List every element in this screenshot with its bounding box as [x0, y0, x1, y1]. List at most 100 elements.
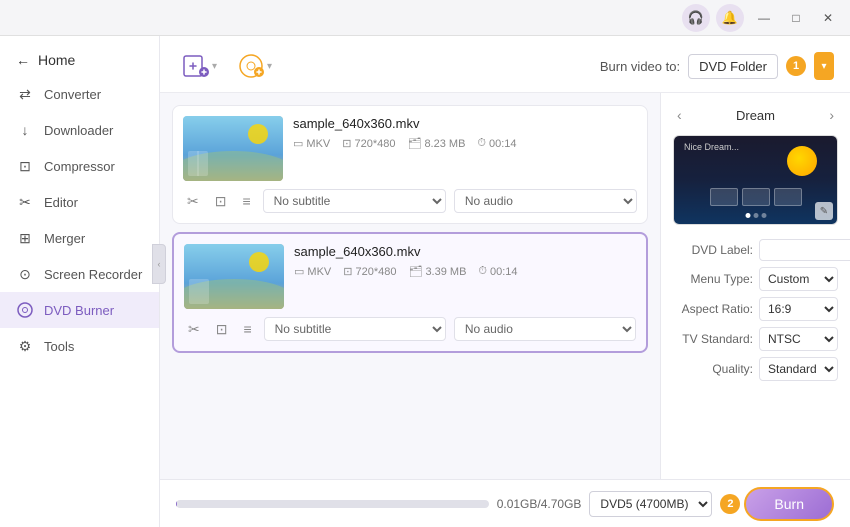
quality-select[interactable]: Standard High Low — [759, 357, 838, 381]
file-card-1-top: sample_640x360.mkv ▭ MKV ⊡ 720*480 — [183, 116, 637, 181]
files-list: sample_640x360.mkv ▭ MKV ⊡ 720*480 — [160, 93, 660, 479]
effects-button-2[interactable]: ≡ — [239, 319, 255, 339]
sidebar-collapse-button[interactable]: ‹ — [152, 244, 166, 284]
file-card-2: sample_640x360.mkv ▭ MKV ⊡ 720*480 — [172, 232, 648, 353]
burn-to-label: Burn video to: — [600, 59, 680, 74]
menu-type-select[interactable]: Custom None — [759, 267, 838, 291]
sidebar-home[interactable]: ← Home — [0, 44, 159, 76]
audio-select-2[interactable]: No audio — [454, 317, 636, 341]
sidebar-item-compressor[interactable]: ⊡ Compressor — [0, 148, 159, 184]
sidebar-item-editor[interactable]: ✂ Editor — [0, 184, 159, 220]
add-media-button[interactable]: ▾ — [231, 48, 278, 84]
dream-thumb-1 — [710, 188, 738, 206]
badge-1: 1 — [786, 56, 806, 76]
dream-moon — [787, 146, 817, 176]
clock-icon-1: ⏱ — [477, 137, 486, 150]
alert-icon: 🔔 — [716, 4, 744, 32]
sidebar-item-screen-recorder[interactable]: ⊙ Screen Recorder — [0, 256, 159, 292]
sidebar-item-converter[interactable]: ⇄ Converter — [0, 76, 159, 112]
burn-folder-dropdown[interactable]: ▾ — [814, 52, 834, 80]
audio-select-1[interactable]: No audio — [454, 189, 637, 213]
files-panel: sample_640x360.mkv ▭ MKV ⊡ 720*480 — [160, 93, 850, 479]
add-media-arrow: ▾ — [267, 61, 272, 72]
file-meta-2: ▭ MKV ⊡ 720*480 🗂 3.39 MB — [294, 265, 636, 278]
compressor-icon: ⊡ — [16, 157, 34, 175]
sidebar-label-merger: Merger — [44, 231, 85, 246]
dvd-folder-button[interactable]: DVD Folder — [688, 54, 778, 79]
sidebar-item-tools[interactable]: ⚙ Tools — [0, 328, 159, 364]
dvd-label-input[interactable] — [759, 239, 850, 261]
cut-button-1[interactable]: ✂ — [183, 191, 203, 212]
content-area: ▾ ▾ Burn video to: DVD Folder 1 ▾ — [160, 36, 850, 527]
file-info-2: sample_640x360.mkv ▭ MKV ⊡ 720*480 — [294, 244, 636, 278]
tv-standard-select[interactable]: NTSC PAL — [759, 327, 838, 351]
add-file-button[interactable]: ▾ — [176, 48, 223, 84]
sidebar-label-editor: Editor — [44, 195, 78, 210]
file-resolution-1: ⊡ 720*480 — [342, 137, 395, 150]
format-icon-2: ▭ — [294, 265, 304, 278]
burn-button[interactable]: Burn — [744, 487, 834, 521]
effects-button-1[interactable]: ≡ — [238, 191, 254, 211]
progress-bar — [176, 500, 489, 508]
crop-button-2[interactable]: ⊡ — [212, 319, 232, 340]
cut-button-2[interactable]: ✂ — [184, 319, 204, 340]
file-card-1: sample_640x360.mkv ▭ MKV ⊡ 720*480 — [172, 105, 648, 224]
edit-preview-button[interactable]: ✎ — [815, 202, 833, 220]
sidebar-home-label: Home — [38, 52, 75, 68]
theme-prev-button[interactable]: ‹ — [673, 105, 686, 125]
dot-3 — [761, 213, 766, 218]
file-duration-1: ⏱ 00:14 — [477, 137, 516, 150]
dvd-label-row: DVD Label: — [673, 239, 838, 261]
dvd-burner-icon — [16, 301, 34, 319]
file-format-1: ▭ MKV — [293, 137, 330, 150]
sidebar-item-dvd-burner[interactable]: DVD Burner — [0, 292, 159, 328]
sidebar-item-merger[interactable]: ⊞ Merger — [0, 220, 159, 256]
crop-button-1[interactable]: ⊡ — [211, 191, 231, 212]
file-controls-2: ✂ ⊡ ≡ No subtitle No audio — [184, 317, 636, 341]
sidebar-label-converter: Converter — [44, 87, 101, 102]
res-icon-2: ⊡ — [343, 265, 352, 278]
headphone-icon: 🎧 — [682, 4, 710, 32]
aspect-ratio-row: Aspect Ratio: 16:9 4:3 — [673, 297, 838, 321]
file-name-1: sample_640x360.mkv — [293, 116, 637, 131]
right-panel: ‹ Dream › Nice Dream... — [660, 93, 850, 479]
dot-1 — [745, 213, 750, 218]
top-bar: ▾ ▾ Burn video to: DVD Folder 1 ▾ — [160, 36, 850, 93]
size-icon-1: 🗂 — [407, 137, 421, 150]
dream-dots — [745, 213, 766, 218]
file-card-2-top: sample_640x360.mkv ▭ MKV ⊡ 720*480 — [184, 244, 636, 309]
progress-bar-fill — [176, 500, 177, 508]
dvd-label-text: DVD Label: — [673, 243, 753, 257]
subtitle-select-2[interactable]: No subtitle — [264, 317, 446, 341]
disc-type-select[interactable]: DVD5 (4700MB) DVD9 (8500MB) — [589, 491, 712, 517]
add-media-icon — [237, 52, 265, 80]
home-arrow-icon: ← — [16, 52, 30, 68]
maximize-button[interactable]: □ — [782, 8, 810, 28]
format-icon-1: ▭ — [293, 137, 303, 150]
editor-icon: ✂ — [16, 193, 34, 211]
file-thumbnail-1 — [183, 116, 283, 181]
theme-next-button[interactable]: › — [825, 105, 838, 125]
close-button[interactable]: ✕ — [814, 8, 842, 28]
badge-2: 2 — [720, 494, 740, 514]
aspect-ratio-label: Aspect Ratio: — [673, 302, 753, 316]
bottom-bar: 0.01GB/4.70GB DVD5 (4700MB) DVD9 (8500MB… — [160, 479, 850, 527]
burn-to-section: Burn video to: DVD Folder 1 ▾ — [600, 52, 834, 80]
file-format-2: ▭ MKV — [294, 265, 331, 278]
minimize-button[interactable]: — — [750, 8, 778, 28]
res-icon-1: ⊡ — [342, 137, 351, 150]
quality-label: Quality: — [673, 362, 753, 376]
tools-icon: ⚙ — [16, 337, 34, 355]
aspect-ratio-select[interactable]: 16:9 4:3 — [759, 297, 838, 321]
theme-name: Dream — [736, 108, 775, 123]
file-meta-1: ▭ MKV ⊡ 720*480 🗂 8.23 MB — [293, 137, 637, 150]
dot-2 — [753, 213, 758, 218]
dream-text: Nice Dream... — [684, 142, 739, 152]
sidebar-label-downloader: Downloader — [44, 123, 113, 138]
subtitle-select-1[interactable]: No subtitle — [263, 189, 446, 213]
sidebar-item-downloader[interactable]: ↓ Downloader — [0, 112, 159, 148]
sidebar-label-dvd-burner: DVD Burner — [44, 303, 114, 318]
file-info-1: sample_640x360.mkv ▭ MKV ⊡ 720*480 — [293, 116, 637, 150]
clock-icon-2: ⏱ — [478, 265, 487, 278]
menu-type-label: Menu Type: — [673, 272, 753, 286]
